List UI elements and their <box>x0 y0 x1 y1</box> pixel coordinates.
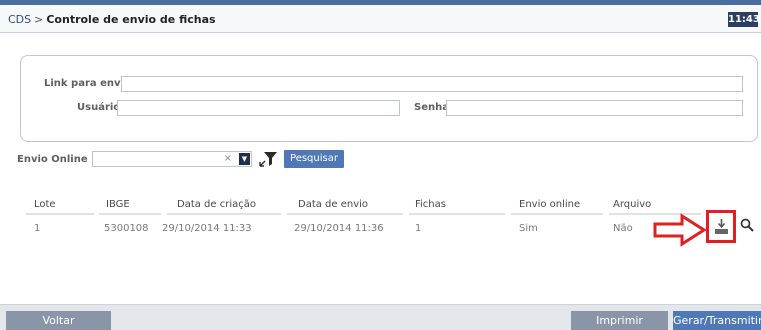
password-input[interactable] <box>446 100 743 116</box>
header-underline <box>26 213 94 215</box>
cell-online: Sim <box>519 223 538 234</box>
header-underline <box>99 213 161 215</box>
online-filter-select[interactable]: × ▼ <box>92 151 252 167</box>
column-header-sent[interactable]: Data de envio <box>298 199 368 210</box>
download-button[interactable] <box>706 210 736 243</box>
breadcrumb: CDS > Controle de envio de fichas <box>8 13 216 26</box>
header-underline <box>167 213 281 215</box>
online-filter-label: Envio Online <box>17 154 88 165</box>
cell-ibge: 5300108 <box>104 223 149 234</box>
cell-created: 29/10/2014 11:33 <box>162 223 252 234</box>
breadcrumb-root-link[interactable]: CDS <box>8 13 31 26</box>
header-underline <box>409 213 505 215</box>
print-button[interactable]: Imprimir <box>571 311 668 330</box>
header-underline <box>287 213 403 215</box>
download-icon <box>715 219 728 234</box>
back-button[interactable]: Voltar <box>6 311 111 330</box>
cell-lote: 1 <box>34 223 41 234</box>
user-input[interactable] <box>117 100 400 116</box>
cell-arquivo: Não <box>613 223 633 234</box>
page-header: CDS > Controle de envio de fichas 11:43 <box>0 5 761 33</box>
session-clock: 11:43 <box>728 12 760 27</box>
column-header-online[interactable]: Envio online <box>519 199 580 210</box>
search-button[interactable]: Pesquisar <box>284 150 344 168</box>
magnifier-icon[interactable] <box>740 218 754 232</box>
link-label: Link para envio <box>44 78 131 89</box>
column-header-arquivo[interactable]: Arquivo <box>613 199 651 210</box>
cell-sent: 29/10/2014 11:36 <box>294 223 384 234</box>
column-header-created[interactable]: Data de criação <box>177 199 256 210</box>
page-title: Controle de envio de fichas <box>46 13 216 26</box>
arrow-right-icon <box>653 213 707 247</box>
breadcrumb-separator: > <box>34 13 44 26</box>
password-label: Senha <box>414 102 449 113</box>
generate-transmit-button[interactable]: Gerar/Transmitir <box>673 311 761 330</box>
chevron-down-icon[interactable]: ▼ <box>239 153 250 165</box>
header-underline <box>511 213 603 215</box>
send-settings-panel: Link para envio Usuário Senha <box>20 55 758 142</box>
clear-icon[interactable]: × <box>224 153 232 164</box>
footer-bar: Voltar Imprimir Gerar/Transmitir <box>0 304 761 330</box>
filter-icon[interactable] <box>258 149 278 169</box>
column-header-fichas[interactable]: Fichas <box>415 199 446 210</box>
cell-fichas: 1 <box>415 223 422 234</box>
user-label: Usuário <box>77 102 121 113</box>
column-header-ibge[interactable]: IBGE <box>106 199 130 210</box>
column-header-lote[interactable]: Lote <box>34 199 56 210</box>
link-input[interactable] <box>121 76 743 92</box>
